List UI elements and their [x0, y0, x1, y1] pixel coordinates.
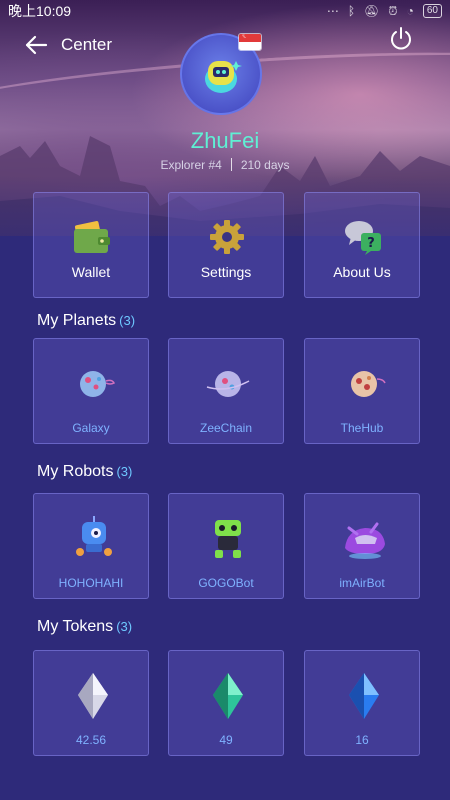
explorer-rank: Explorer #4 — [160, 158, 222, 172]
about-us-label: About Us — [333, 264, 391, 280]
token-card-2[interactable]: 49 — [168, 650, 284, 756]
meta-divider — [230, 158, 232, 171]
robot-icon — [76, 516, 112, 556]
robots-title: My Robots — [37, 463, 114, 480]
alarm-icon: ⏰︎ — [388, 3, 398, 18]
robot-icon — [215, 520, 241, 558]
robots-section-title: My Robots (3) — [37, 463, 132, 481]
country-flag-icon — [238, 33, 262, 51]
robot-card-gogobot[interactable]: GOGOBot — [168, 493, 284, 599]
robot-avatar-icon — [205, 61, 242, 93]
tokens-count: (3) — [116, 619, 133, 634]
planet-card-galaxy[interactable]: Galaxy — [33, 338, 149, 444]
mute-icon: 🔕︎ — [364, 4, 380, 18]
robot-card-imairbot[interactable]: imAirBot — [304, 493, 420, 599]
about-us-button[interactable]: ? About Us — [304, 192, 420, 298]
days-count: 210 days — [240, 158, 290, 172]
wifi-icon: ◔ — [406, 4, 414, 18]
crystal-icon — [349, 673, 379, 719]
crystal-icon — [213, 673, 243, 719]
svg-text:?: ? — [367, 236, 375, 251]
planet-icon — [80, 371, 116, 397]
planets-title: My Planets — [37, 312, 117, 329]
planet-label: ZeeChain — [199, 421, 253, 435]
tokens-section-title: My Tokens (3) — [37, 618, 132, 636]
token-card-1[interactable]: 42.56 — [33, 650, 149, 756]
token-card-3[interactable]: 16 — [304, 650, 420, 756]
power-icon[interactable] — [388, 26, 414, 52]
wallet-label: Wallet — [71, 264, 111, 280]
robot-label: GOGOBot — [198, 576, 254, 590]
planets-section-title: My Planets (3) — [37, 312, 135, 330]
bluetooth-icon: ᛒ — [347, 4, 356, 18]
settings-label: Settings — [200, 264, 252, 280]
planet-label: TheHub — [340, 421, 384, 435]
token-amount: 42.56 — [75, 733, 107, 747]
robot-label: HOHOHAHI — [58, 576, 124, 590]
gear-icon — [210, 220, 244, 254]
planet-card-zeechain[interactable]: ZeeChain — [168, 338, 284, 444]
robot-card-hohohahi[interactable]: HOHOHAHI — [33, 493, 149, 599]
crystal-icon — [78, 673, 108, 719]
token-amount: 49 — [219, 733, 233, 747]
chat-bubbles-icon: ? — [345, 221, 381, 255]
page-title: Center — [61, 35, 113, 54]
settings-button[interactable]: Settings — [168, 192, 284, 298]
planet-label: Galaxy — [72, 421, 110, 435]
signal-icon: ⋯ — [326, 4, 339, 18]
tokens-title: My Tokens — [37, 618, 114, 635]
robot-icon — [345, 522, 385, 559]
status-time: 晚上10:09 — [8, 3, 72, 19]
wallet-button[interactable]: Wallet — [33, 192, 149, 298]
robot-label: imAirBot — [339, 576, 385, 590]
wallet-icon — [74, 221, 110, 253]
planet-card-thehub[interactable]: TheHub — [304, 338, 420, 444]
system-indicators: ⋯ ᛒ 🔕︎ ⏰︎ ◔ 60 — [327, 4, 442, 19]
profile-meta: Explorer #4 210 days — [0, 158, 450, 172]
username: ZhuFei — [190, 128, 260, 153]
robots-count: (3) — [116, 464, 133, 479]
status-bar: 晚上10:09 ⋯ ᛒ 🔕︎ ⏰︎ ◔ 60 — [0, 0, 450, 22]
planets-count: (3) — [119, 313, 136, 328]
battery-icon: 60 — [422, 4, 442, 18]
planet-icon — [351, 371, 386, 397]
planet-icon — [206, 371, 250, 397]
back-arrow-icon[interactable] — [24, 34, 48, 56]
token-amount: 16 — [355, 733, 369, 747]
